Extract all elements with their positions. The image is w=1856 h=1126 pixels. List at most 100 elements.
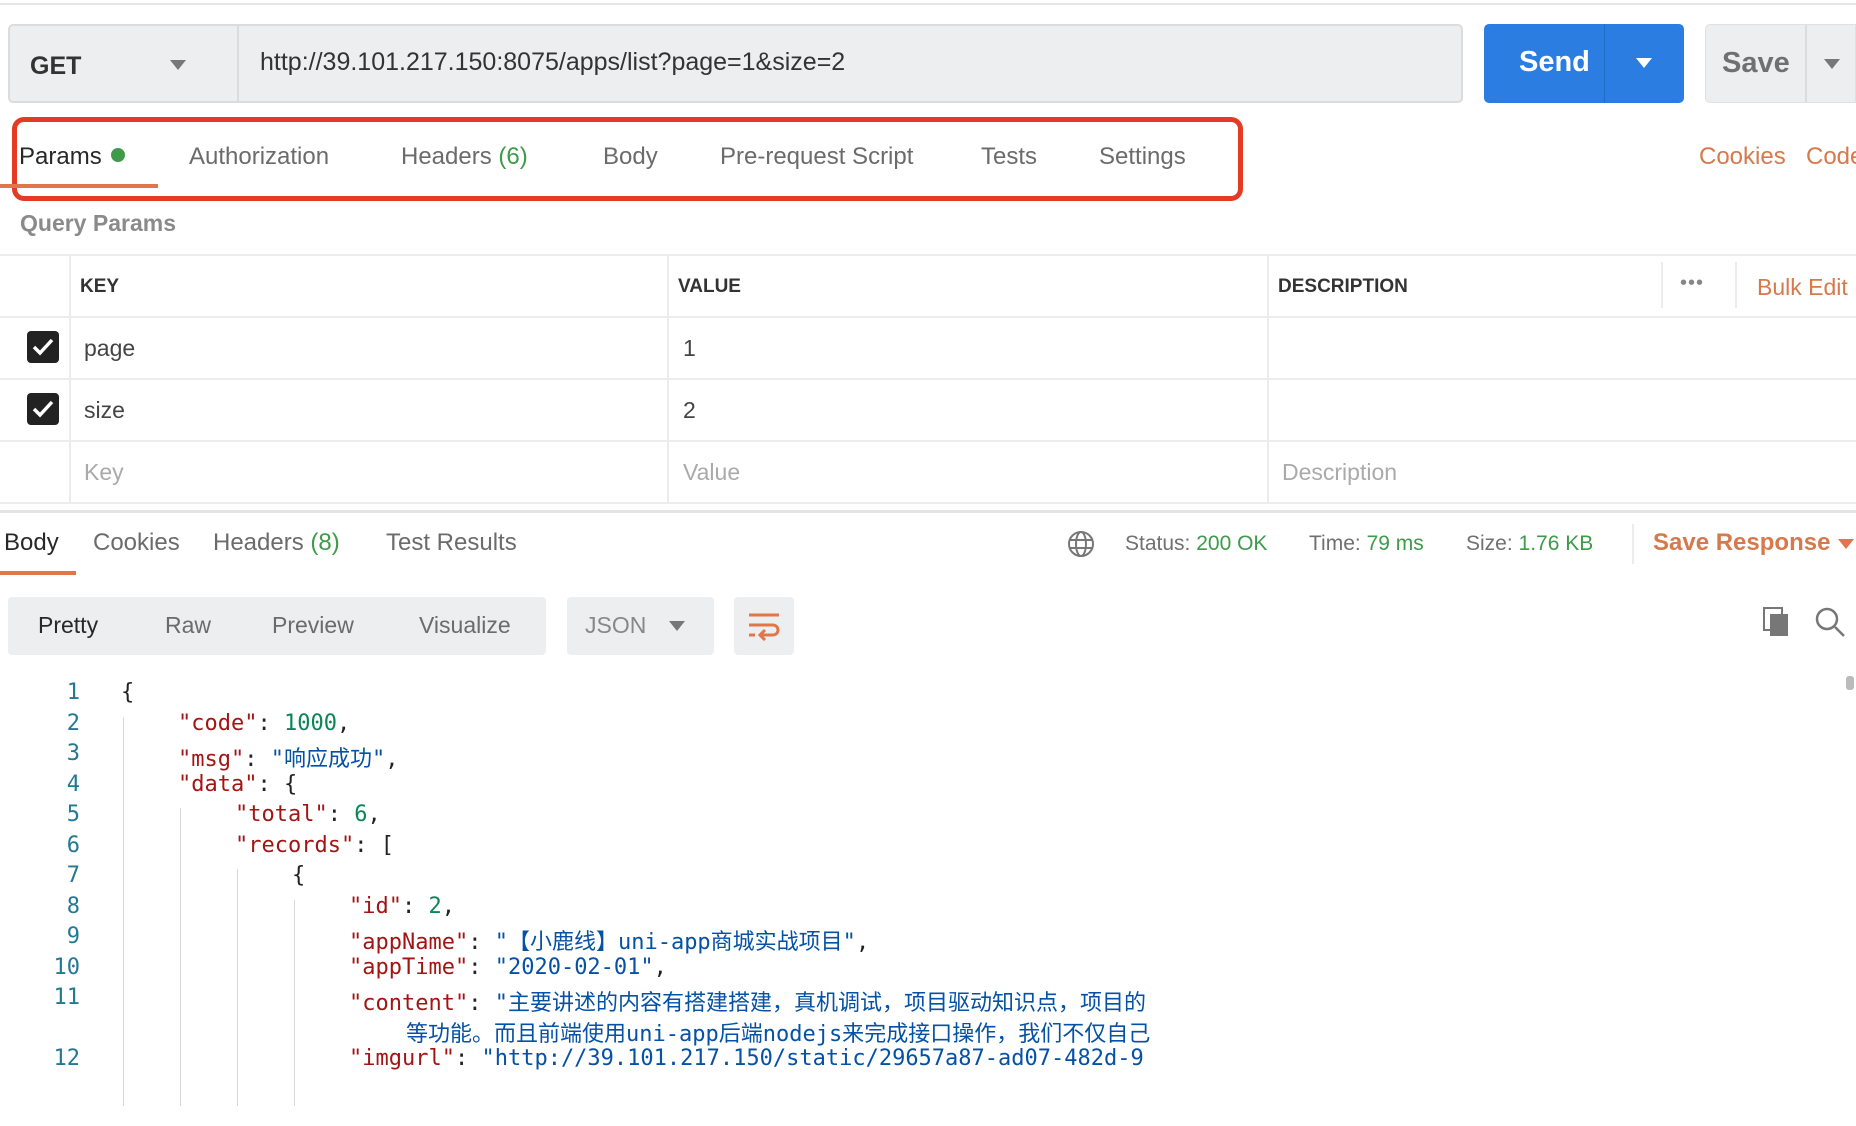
indent-guide	[123, 716, 124, 1106]
json-punctuation: ,	[385, 747, 399, 772]
tab-tests[interactable]: Tests	[981, 143, 1037, 171]
code-line: "content": "主要讲述的内容有搭建搭建，真机调试，项目驱动知识点，项目…	[349, 985, 1146, 1017]
code-line: "appTime": "2020-02-01",	[349, 955, 667, 980]
tab-label: Params	[19, 143, 102, 170]
code-line: "records": [	[235, 833, 394, 858]
cookies-link[interactable]: Cookies	[1699, 143, 1786, 171]
json-key: "imgurl"	[349, 1046, 455, 1071]
send-button[interactable]: Send	[1484, 24, 1684, 103]
response-tab-body[interactable]: Body	[4, 529, 59, 557]
check-icon	[32, 338, 54, 356]
response-tab-cookies[interactable]: Cookies	[93, 529, 180, 557]
bulk-edit-link[interactable]: Bulk Edit	[1757, 274, 1848, 301]
json-punctuation: :	[468, 954, 495, 980]
tab-settings[interactable]: Settings	[1099, 143, 1186, 171]
json-punctuation: :	[401, 893, 429, 919]
save-button[interactable]: Save	[1705, 24, 1856, 103]
column-header-value: VALUE	[678, 276, 741, 297]
divider	[0, 440, 1856, 442]
time-label: Time:	[1309, 532, 1361, 555]
line-number: 8	[66, 893, 80, 919]
new-description-input[interactable]: Description	[1282, 459, 1397, 486]
headers-count: (6)	[498, 143, 528, 170]
divider	[1267, 254, 1269, 504]
format-select[interactable]: JSON	[567, 597, 714, 655]
response-body-editor[interactable]: 1{2 "code": 1000, 3 "msg": "响应成功", 4 "data": …	[0, 676, 1840, 1116]
param-checkbox[interactable]	[27, 331, 59, 363]
column-header-key: KEY	[80, 276, 120, 297]
line-number: 5	[66, 802, 80, 827]
wrap-lines-button[interactable]	[734, 597, 794, 655]
send-options-chevron-icon[interactable]	[1636, 58, 1652, 68]
method-label: GET	[30, 52, 82, 80]
param-key[interactable]: size	[84, 397, 125, 424]
param-checkbox[interactable]	[27, 393, 59, 425]
save-options-chevron-icon[interactable]	[1824, 59, 1840, 69]
json-string: "http://39.101.217.150/static/29657a87-a…	[481, 1046, 1144, 1071]
globe-icon[interactable]	[1066, 529, 1096, 559]
tab-headers[interactable]: Headers (6)	[401, 143, 528, 171]
tab-pre-request-script[interactable]: Pre-request Script	[720, 143, 913, 171]
chevron-down-icon	[669, 621, 685, 631]
line-number: 3	[66, 741, 80, 766]
code-line: "msg": "响应成功",	[178, 741, 398, 773]
json-key: "total"	[235, 802, 328, 827]
time-value: 79 ms	[1366, 532, 1424, 555]
time-readout: Time: 79 ms	[1309, 532, 1424, 556]
indent-guide	[237, 869, 238, 1106]
code-line: "id": 2,	[349, 894, 455, 919]
save-label: Save	[1722, 47, 1790, 79]
param-value[interactable]: 2	[683, 397, 696, 424]
send-label: Send	[1519, 46, 1590, 78]
tab-authorization[interactable]: Authorization	[189, 143, 329, 171]
tab-body[interactable]: Body	[603, 143, 658, 171]
json-punctuation: :	[468, 991, 495, 1016]
save-response-button[interactable]: Save Response	[1653, 529, 1830, 557]
view-preview[interactable]: Preview	[272, 612, 354, 639]
divider	[0, 316, 1856, 318]
view-pretty[interactable]: Pretty	[38, 612, 98, 639]
tab-params[interactable]: Params	[19, 143, 125, 171]
url-input[interactable]: http://39.101.217.150:8075/apps/list?pag…	[260, 48, 845, 77]
editor-scrollbar[interactable]	[1846, 676, 1854, 690]
tab-label: Headers	[213, 529, 304, 556]
active-dot-icon	[110, 148, 125, 162]
divider	[0, 254, 1856, 256]
response-tab-test-results[interactable]: Test Results	[386, 529, 517, 557]
json-punctuation: ,	[855, 930, 870, 955]
param-key[interactable]: page	[84, 335, 135, 362]
more-options-icon[interactable]: •••	[1680, 272, 1704, 295]
new-key-input[interactable]: Key	[84, 459, 124, 486]
response-tab-headers[interactable]: Headers (8)	[213, 529, 340, 557]
view-raw[interactable]: Raw	[165, 612, 211, 639]
status-value: 200 OK	[1196, 532, 1268, 555]
divider	[1805, 25, 1807, 102]
json-key: "records"	[235, 832, 355, 858]
copy-icon[interactable]	[1762, 606, 1792, 638]
panel-divider	[0, 510, 1856, 513]
json-punctuation: :	[454, 1046, 482, 1071]
search-icon[interactable]	[1814, 606, 1846, 638]
save-response-chevron-icon[interactable]	[1838, 539, 1854, 549]
view-visualize[interactable]: Visualize	[419, 612, 511, 639]
size-value: 1.76 KB	[1518, 532, 1594, 555]
code-link[interactable]: Code	[1806, 143, 1856, 171]
json-punctuation: : [	[354, 832, 394, 858]
divider	[1661, 262, 1663, 308]
json-key: "data"	[178, 771, 258, 797]
line-number: 7	[66, 863, 80, 888]
method-select[interactable]: GET	[8, 24, 239, 103]
line-number: 1	[66, 680, 80, 705]
json-number: 1000	[283, 710, 337, 736]
divider	[69, 254, 71, 504]
wrap-icon	[749, 613, 780, 641]
json-key: "code"	[178, 710, 258, 736]
query-params-title: Query Params	[20, 210, 176, 236]
json-punctuation: :	[468, 930, 495, 955]
size-readout: Size: 1.76 KB	[1466, 532, 1593, 556]
code-line: "code": 1000,	[178, 711, 350, 736]
line-number: 9	[66, 924, 80, 949]
param-value[interactable]: 1	[683, 335, 696, 362]
json-punctuation: :	[257, 710, 284, 736]
new-value-input[interactable]: Value	[683, 459, 740, 486]
